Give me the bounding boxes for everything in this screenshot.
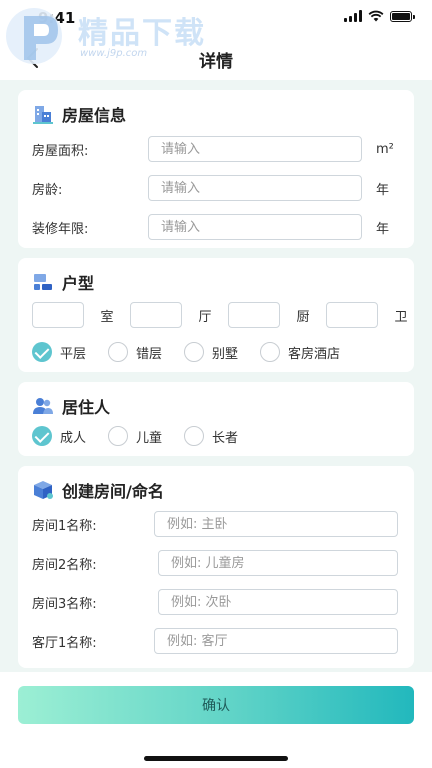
battery-icon [390,10,415,22]
watermark-url: www.j9p.com [80,48,148,59]
status-icons [344,10,415,22]
renovation-input[interactable] [148,214,362,240]
area-input[interactable] [148,136,362,162]
bathroom-count-input[interactable] [326,302,378,328]
room-1-input[interactable] [154,511,398,537]
option-villa-label: 别墅 [212,346,239,362]
resident-options: 成人 儿童 长者 [32,426,260,446]
signal-icon [344,10,362,22]
floor-plan-icon [34,274,52,290]
building-icon [33,106,53,124]
house-info-card: 房屋信息 房屋面积: m² 房龄: 年 装修年限: 年 [18,90,414,248]
option-villa[interactable]: 别墅 [184,342,238,362]
watermark-logo-icon [6,8,62,64]
room-field-1: 房间1名称: [32,511,400,537]
room-field-2: 房间2名称: [32,550,400,576]
residents-title: 居住人 [62,398,111,417]
livingroom-field-1-label: 客厅1名称: [32,635,97,651]
livingroom-field-1: 客厅1名称: [32,628,400,654]
residents-card: 居住人 成人 儿童 长者 [18,382,414,456]
renovation-unit: 年 [376,221,390,237]
livingroom-unit: 厅 [198,309,212,325]
radio-unchecked-icon[interactable] [108,342,129,362]
room-field-2-label: 房间2名称: [32,557,97,573]
wifi-icon [368,10,384,22]
rooms-title: 创建房间/命名 [62,482,164,501]
rooms-card: 创建房间/命名 房间1名称: 房间2名称: 房间3名称: 客厅1名称: [18,466,414,668]
layout-header: 户型 [32,270,94,294]
room-field-3: 房间3名称: [32,589,400,615]
age-unit: 年 [376,182,390,198]
house-info-header: 房屋信息 [32,102,126,126]
layout-title: 户型 [62,274,95,293]
residents-header: 居住人 [32,394,110,418]
radio-unchecked-icon[interactable] [184,342,205,362]
option-flat-label: 平层 [60,346,87,362]
room-field-3-label: 房间3名称: [32,596,97,612]
rooms-header: 创建房间/命名 [32,478,164,502]
radio-unchecked-icon[interactable] [108,426,129,446]
room-2-input[interactable] [158,550,398,576]
watermark-title: 精品下载 [78,16,206,51]
house-info-title: 房屋信息 [62,106,127,125]
field-age-label: 房龄: [32,182,63,198]
layout-card: 户型 室 厅 厨 卫 平层 错层 别墅 客房酒店 [18,258,414,372]
room-field-1-label: 房间1名称: [32,518,97,534]
option-hotel[interactable]: 客房酒店 [260,342,340,362]
field-area-label: 房屋面积: [32,143,89,159]
option-adult-label: 成人 [60,430,87,446]
option-elder[interactable]: 长者 [184,426,238,446]
bedroom-count-input[interactable] [32,302,84,328]
livingroom-1-input[interactable] [154,628,398,654]
field-area: 房屋面积: m² [32,136,400,162]
option-adult[interactable]: 成人 [32,426,86,446]
option-flat[interactable]: 平层 [32,342,86,362]
field-renovation: 装修年限: 年 [32,214,400,240]
home-indicator [144,756,288,761]
radio-unchecked-icon[interactable] [184,426,205,446]
kitchen-unit: 厨 [296,309,310,325]
age-input[interactable] [148,175,362,201]
option-child-label: 儿童 [136,430,163,446]
option-hotel-label: 客房酒店 [288,346,341,362]
box-icon [34,481,53,499]
footer: 确认 [0,672,432,768]
area-unit: m² [376,141,394,157]
option-child[interactable]: 儿童 [108,426,162,446]
option-split-level-label: 错层 [136,346,163,362]
option-split-level[interactable]: 错层 [108,342,162,362]
radio-unchecked-icon[interactable] [260,342,281,362]
bathroom-unit: 卫 [394,309,408,325]
kitchen-count-input[interactable] [228,302,280,328]
watermark: 精品下载 www.j9p.com [0,0,240,76]
option-elder-label: 长者 [212,430,239,446]
layout-options: 平层 错层 别墅 客房酒店 [32,342,340,362]
radio-checked-icon[interactable] [32,342,52,362]
field-renovation-label: 装修年限: [32,221,89,237]
room-3-input[interactable] [158,589,398,615]
field-age: 房龄: 年 [32,175,400,201]
layout-counts: 室 厅 厨 卫 [32,302,424,328]
bedroom-unit: 室 [100,309,114,325]
radio-checked-icon[interactable] [32,426,52,446]
people-icon [33,398,53,414]
livingroom-count-input[interactable] [130,302,182,328]
confirm-button[interactable]: 确认 [18,686,414,724]
